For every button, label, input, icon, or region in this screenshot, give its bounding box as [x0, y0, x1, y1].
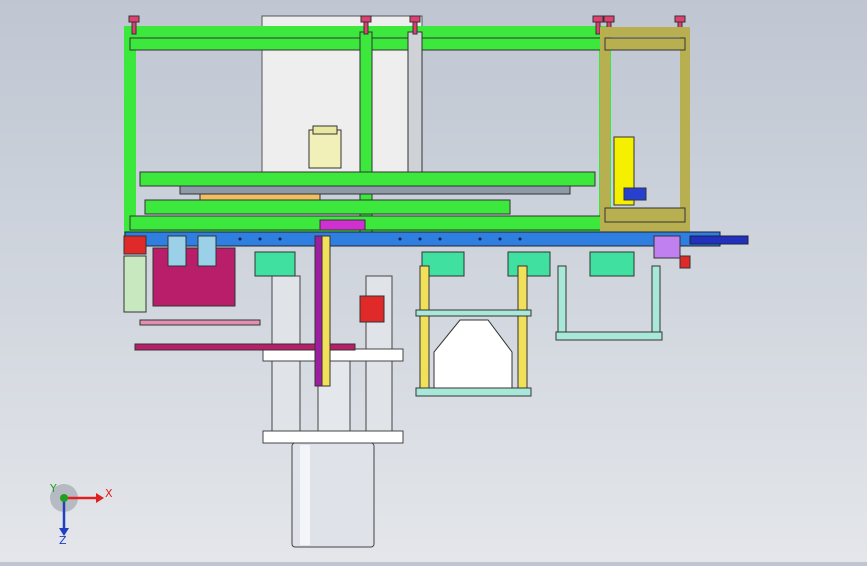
rail-under-shelf — [179, 185, 571, 195]
z-axis-label: Z — [59, 534, 67, 547]
cad-viewport[interactable] — [0, 0, 867, 562]
yellow-actuator-rail — [321, 235, 331, 387]
magenta-station — [152, 247, 236, 307]
motor-cap — [312, 125, 338, 135]
cyan-stand-left — [557, 265, 567, 339]
rail-extension — [689, 235, 749, 245]
orange-plate — [199, 193, 321, 201]
cylinder-plate-lower — [262, 430, 404, 444]
blue-bracket-olive — [623, 187, 647, 201]
red-end-block — [123, 235, 147, 255]
funnel-base — [415, 387, 532, 397]
magenta-clamp-right — [197, 235, 217, 267]
coordinate-triad: X Z Y — [48, 482, 118, 552]
x-axis-label: X — [105, 487, 113, 500]
pink-guide-rod — [139, 319, 261, 326]
x-arrow-icon — [96, 493, 104, 503]
yellow-post-right — [517, 265, 528, 397]
cylinder-plate-upper — [262, 348, 404, 362]
y-axis-label: Y — [49, 482, 57, 495]
olive-frame-bottom — [604, 207, 686, 223]
olive-frame-top — [604, 37, 686, 51]
magenta-clamp-left — [167, 235, 187, 267]
cyan-stand-base — [555, 331, 663, 341]
red-fitting — [679, 255, 691, 269]
green-frame-bottom-bar — [129, 215, 606, 231]
main-cylinder-shine — [300, 445, 310, 545]
green-frame-lower-shelf — [144, 199, 511, 215]
grey-column — [407, 31, 423, 173]
yellow-post-left — [419, 265, 430, 397]
cyan-stand-right — [651, 265, 661, 339]
magenta-top-plate — [319, 219, 366, 231]
green-frame-shelf — [139, 171, 596, 187]
y-axis-dot — [60, 494, 68, 502]
motor-housing — [308, 129, 342, 169]
green-gripper-modules — [254, 251, 635, 277]
red-valve-block — [359, 295, 385, 323]
funnel-hopper — [433, 319, 513, 389]
left-post — [123, 255, 147, 313]
purple-block — [653, 235, 681, 259]
funnel-crossbar — [415, 309, 532, 317]
machine-assembly-drawing[interactable] — [0, 0, 867, 562]
